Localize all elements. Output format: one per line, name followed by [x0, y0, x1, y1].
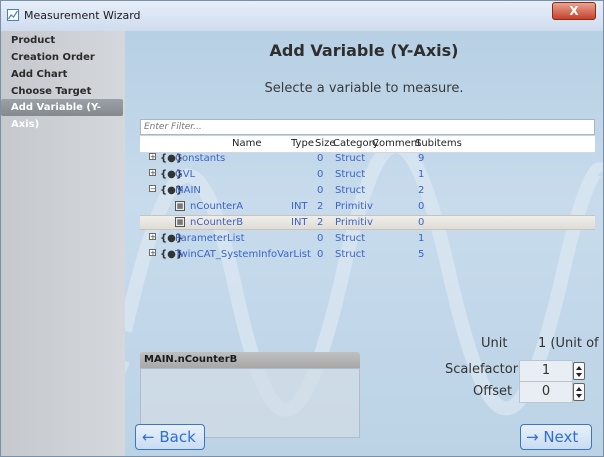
offset-label: Offset [473, 384, 513, 399]
spin-up-icon[interactable] [576, 366, 582, 370]
step-choose-target[interactable]: Choose Target [1, 83, 123, 100]
wizard-step-list: Product Creation Order Add Chart Choose … [1, 31, 125, 456]
step-add-variable[interactable]: Add Variable (Y-Axis) [1, 99, 123, 130]
close-button[interactable]: X [552, 2, 596, 20]
step-creation-order[interactable]: Creation Order [1, 49, 123, 66]
table-row[interactable]: − {●} MAIN 0 Struct 2 [140, 184, 595, 199]
row-type: INT [291, 217, 308, 228]
table-row[interactable]: + {●} Constants 0 Struct 9 [140, 152, 595, 167]
page-subtitle: Selecte a variable to measure. [264, 81, 464, 96]
spin-down-icon[interactable] [576, 373, 582, 377]
row-category: Struct [335, 153, 366, 164]
offset-input[interactable]: 0 [519, 381, 573, 403]
row-category: Primitiv [335, 217, 373, 228]
unit-label: Unit [481, 336, 508, 351]
column-name[interactable]: Name [232, 138, 262, 149]
row-subitems: 1 [418, 169, 425, 180]
row-name: MAIN [175, 185, 201, 196]
row-name: nCounterB [190, 217, 244, 228]
row-category: Struct [335, 185, 366, 196]
grid-header: Name Type Size Category Comment Subitems [140, 136, 595, 153]
scalefactor-spinner[interactable] [573, 362, 585, 380]
row-subitems: 0 [418, 217, 425, 228]
measurement-wizard-window: Measurement Wizard X Product Creation Or… [0, 0, 604, 457]
back-button[interactable]: ← Back [135, 424, 205, 450]
collapse-icon[interactable]: − [149, 185, 156, 193]
wizard-client-area: Product Creation Order Add Chart Choose … [1, 31, 603, 456]
filter-input[interactable]: Enter Filter... [140, 119, 595, 135]
row-subitems: 9 [418, 153, 425, 164]
row-name: ParameterList [175, 233, 245, 244]
row-name: GVL [175, 169, 196, 180]
step-add-chart[interactable]: Add Chart [1, 66, 123, 83]
row-size: 0 [317, 153, 324, 164]
unit-value[interactable]: 1 (Unit of One [538, 336, 603, 351]
column-subitems[interactable]: Subitems [415, 138, 462, 149]
column-type[interactable]: Type [291, 138, 314, 149]
row-category: Struct [335, 249, 366, 260]
row-subitems: 5 [418, 249, 425, 260]
row-name: Constants [175, 153, 226, 164]
spin-up-icon[interactable] [576, 387, 582, 391]
row-category: Primitiv [335, 201, 373, 212]
step-product[interactable]: Product [1, 32, 123, 49]
title-bar: Measurement Wizard X [1, 1, 603, 32]
scalefactor-input[interactable]: 1 [519, 360, 573, 382]
row-size: 0 [317, 233, 324, 244]
row-size: 0 [317, 169, 324, 180]
table-row[interactable]: + {●} ParameterList 0 Struct 1 [140, 232, 595, 247]
next-button[interactable]: → Next [520, 424, 592, 450]
row-size: 2 [317, 201, 324, 212]
expand-icon[interactable]: + [149, 153, 156, 161]
table-row-selected[interactable]: ▦ nCounterB INT 2 Primitiv 0 [140, 215, 595, 230]
row-size: 0 [317, 185, 324, 196]
scalefactor-label: Scalefactor [445, 362, 519, 377]
page-title: Add Variable (Y-Axis) [269, 41, 459, 60]
row-subitems: 1 [418, 233, 425, 244]
selected-variable-header: MAIN.nCounterB [140, 352, 360, 368]
row-size: 2 [317, 217, 324, 228]
row-subitems: 2 [418, 185, 425, 196]
row-name: nCounterA [190, 201, 244, 212]
chart-app-icon [7, 9, 19, 21]
variable-icon: ▦ [175, 201, 185, 211]
row-type: INT [291, 201, 308, 212]
row-size: 0 [317, 249, 324, 260]
expand-icon[interactable]: + [149, 233, 156, 241]
window-title: Measurement Wizard [24, 9, 141, 22]
spin-down-icon[interactable] [576, 394, 582, 398]
table-row[interactable]: ▦ nCounterA INT 2 Primitiv 0 [140, 200, 595, 215]
table-row[interactable]: + {●} TwinCAT_SystemInfoVarList 0 Struct… [140, 248, 595, 263]
expand-icon[interactable]: + [149, 169, 156, 177]
expand-icon[interactable]: + [149, 249, 156, 257]
row-category: Struct [335, 169, 366, 180]
row-name: TwinCAT_SystemInfoVarList [175, 249, 311, 260]
row-category: Struct [335, 233, 366, 244]
row-subitems: 0 [418, 201, 425, 212]
offset-spinner[interactable] [573, 383, 585, 401]
variable-icon: ▦ [175, 217, 185, 227]
column-comment[interactable]: Comment [372, 138, 421, 149]
table-row[interactable]: + {●} GVL 0 Struct 1 [140, 168, 595, 183]
